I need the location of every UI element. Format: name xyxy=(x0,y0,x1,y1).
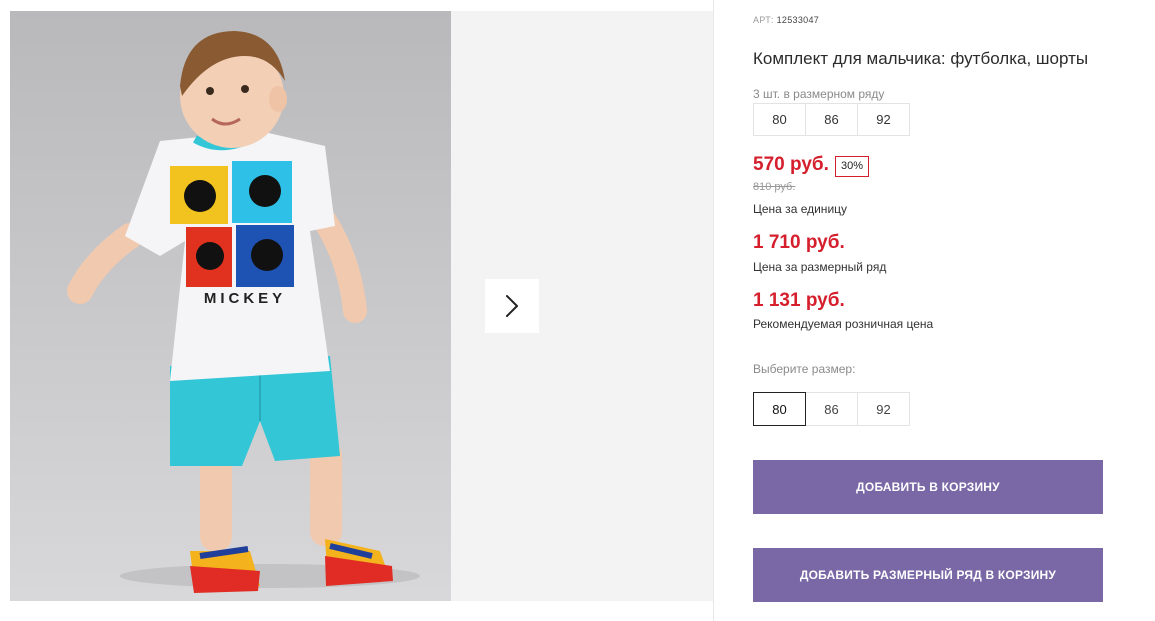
pack-note: 3 шт. в размерном ряду xyxy=(753,87,885,101)
rrp-price-label: Рекомендуемая розничная цена xyxy=(753,317,934,331)
size-picker-label: Выберите размер: xyxy=(753,362,856,376)
size-picker: 80 86 92 xyxy=(753,392,910,426)
article-label: АРТ: xyxy=(753,15,774,25)
size-option-86[interactable]: 86 xyxy=(805,392,858,426)
size-option-92[interactable]: 92 xyxy=(857,392,910,426)
column-divider xyxy=(713,0,714,621)
rrp-price: 1 131 руб. xyxy=(753,290,845,311)
row-price: 1 710 руб. xyxy=(753,232,845,253)
article-value: 12533047 xyxy=(776,15,820,25)
article-number: АРТ: 12533047 xyxy=(753,15,819,25)
discount-badge: 30% xyxy=(835,156,870,177)
shirt-print-text: MICKEY xyxy=(204,290,286,307)
product-photo-image: MICKEY xyxy=(10,11,451,601)
product-gallery: MICKEY xyxy=(10,11,714,601)
pack-size-92: 92 xyxy=(857,103,910,136)
unit-price: 570 руб. xyxy=(753,154,829,175)
pack-size-80: 80 xyxy=(753,103,806,136)
row-price-label: Цена за размерный ряд xyxy=(753,260,887,274)
unit-price-label: Цена за единицу xyxy=(753,202,848,216)
gallery-next-button[interactable] xyxy=(485,279,539,333)
product-title: Комплект для мальчика: футболка, шорты xyxy=(753,49,1089,68)
product-photo: MICKEY xyxy=(10,11,451,601)
add-size-row-to-cart-button[interactable]: ДОБАВИТЬ РАЗМЕРНЫЙ РЯД В КОРЗИНУ xyxy=(753,548,1103,602)
old-price: 810 руб. xyxy=(753,181,796,193)
pack-sizes: 80 86 92 xyxy=(753,103,910,136)
size-option-80[interactable]: 80 xyxy=(753,392,806,426)
chevron-right-icon xyxy=(506,295,518,317)
add-to-cart-button[interactable]: ДОБАВИТЬ В КОРЗИНУ xyxy=(753,460,1103,514)
pack-size-86: 86 xyxy=(805,103,858,136)
